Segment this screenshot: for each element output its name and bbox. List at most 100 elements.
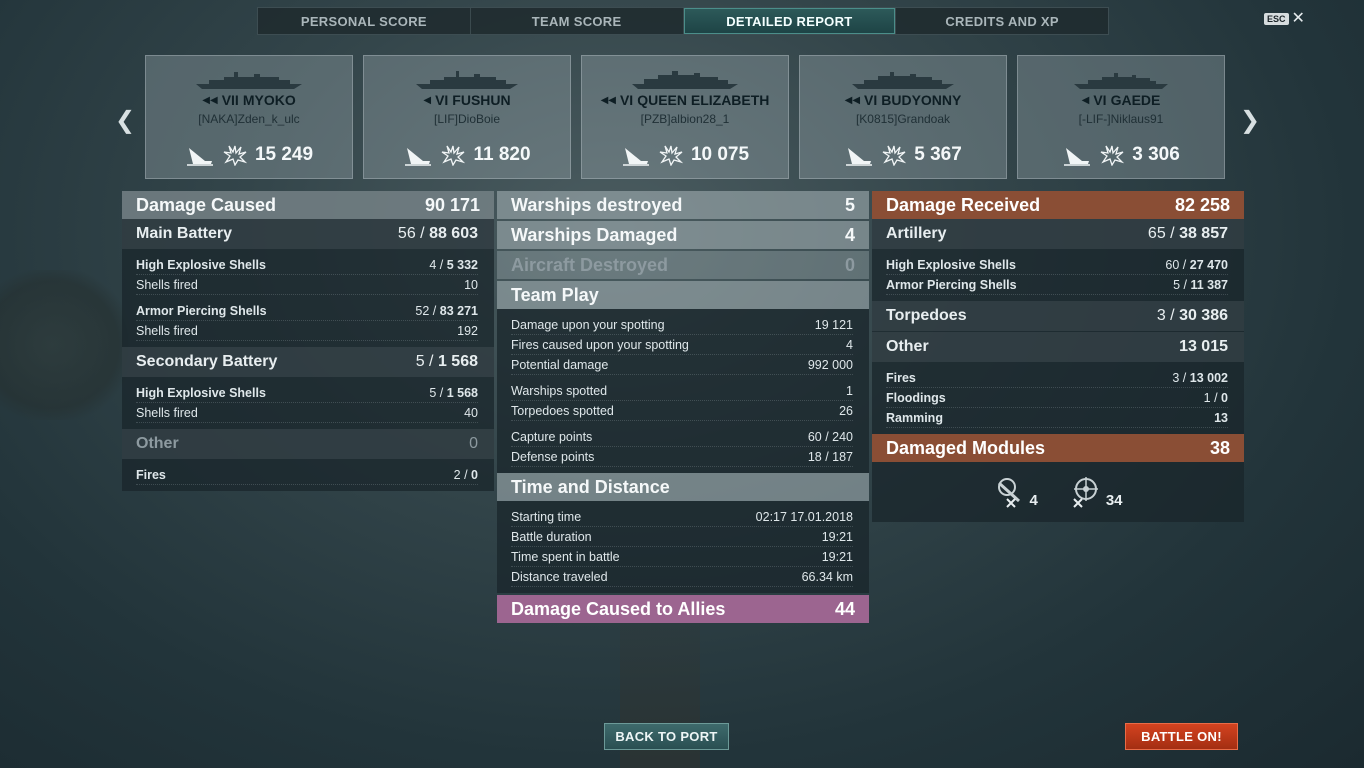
other-details: Fires 2 / 0 — [122, 459, 494, 491]
stat-row: Defense points 18 / 187 — [511, 447, 853, 467]
damaged-modules-header: Damaged Modules 38 — [872, 434, 1244, 462]
ship-card[interactable]: ◀◀ VI BUDYONNY [K0815]Grandoak 5 367 — [799, 55, 1007, 179]
sinking-ship-icon — [186, 148, 213, 166]
ship-class-icon: ◀ — [1081, 94, 1090, 106]
card-damage-value: 11 820 — [473, 144, 531, 165]
card-stats: 11 820 — [364, 144, 570, 166]
stat-row: Time spent in battle 19:21 — [511, 547, 853, 567]
ship-cards: ◀◀ VII MYOKO [NAKA]Zden_k_ulc 15 249 ◀ VI FU… — [145, 55, 1225, 179]
card-damage-value: 3 306 — [1132, 144, 1180, 165]
steering-module-icon — [1073, 477, 1098, 508]
ship-class-icon: ◀◀ — [600, 94, 616, 106]
stat-row: Shells fired 192 — [136, 321, 478, 341]
ship-class-icon: ◀ — [423, 94, 432, 106]
tab-personal-score[interactable]: PERSONAL SCORE — [258, 8, 471, 34]
stat-row: Warships spotted 1 — [511, 381, 853, 401]
stat-row: High Explosive Shells 60 / 27 470 — [886, 255, 1228, 275]
ship-title: FUSHUN — [452, 92, 511, 108]
stat-row: Torpedoes spotted 26 — [511, 401, 853, 421]
tab-team-score[interactable]: TEAM SCORE — [471, 8, 684, 34]
esc-key-badge: ESC — [1264, 13, 1289, 25]
module-steering: 34 — [1064, 475, 1123, 509]
ship-card[interactable]: ◀◀ VI QUEEN ELIZABETH [PZB]albion28_1 10 0… — [581, 55, 789, 179]
stat-row: Fires caused upon your spotting 4 — [511, 335, 853, 355]
sinking-ship-icon — [846, 148, 873, 166]
ship-name: ◀◀ VI BUDYONNY — [800, 92, 1006, 108]
battle-on-button[interactable]: BATTLE ON! — [1125, 723, 1238, 750]
damage-to-allies-header: Damage Caused to Allies 44 — [497, 595, 869, 623]
section-value: 56 / 88 603 — [397, 225, 478, 242]
carousel-prev-arrow-icon[interactable]: ❮ — [115, 106, 135, 135]
ship-title: QUEEN ELIZABETH — [637, 92, 770, 108]
section-value: 5 / 1 568 — [415, 353, 478, 370]
ship-class-icon: ◀◀ — [202, 94, 218, 106]
damage-explosion-icon — [659, 145, 683, 166]
other-received-details: Fires 3 / 13 002 Floodings 1 / 0 Ramming 13 — [872, 362, 1244, 434]
warships-damaged-header: Warships Damaged 4 — [497, 221, 869, 249]
header-value: 90 171 — [424, 194, 480, 215]
damage-caused-panel: Damage Caused 90 171 Main Battery 56 / 88 … — [122, 191, 494, 491]
stat-row: Fires 3 / 13 002 — [886, 368, 1228, 388]
card-damage-value: 10 075 — [690, 144, 750, 165]
ship-name: ◀◀ VII MYOKO — [146, 92, 352, 108]
secondary-details: High Explosive Shells 5 / 1 568 Shells fi… — [122, 377, 494, 429]
tab-detailed-report[interactable]: DETAILED REPORT — [683, 8, 897, 34]
module-steering-count: 34 — [1105, 492, 1123, 509]
tab-bar: PERSONAL SCORE TEAM SCORE DETAILED REPOR… — [257, 7, 1109, 35]
stat-row: Fires 2 / 0 — [136, 465, 478, 485]
stat-row: High Explosive Shells 4 / 5 332 — [136, 255, 478, 275]
artillery-row: Artillery 65 / 38 857 — [872, 219, 1244, 249]
ship-tier: VI — [1093, 92, 1107, 108]
ship-class-icon: ◀◀ — [844, 94, 861, 106]
ship-title: BUDYONNY — [881, 92, 962, 108]
header-label: Damage Caused — [136, 194, 277, 215]
module-guns-count: 4 — [1029, 492, 1038, 509]
damage-explosion-icon — [442, 145, 466, 166]
stat-row: Distance traveled 66.34 km — [511, 567, 853, 587]
section-label: Other — [136, 435, 179, 452]
ship-tier: VI — [619, 92, 634, 108]
main-battery-row: Main Battery 56 / 88 603 — [122, 219, 494, 249]
carousel-next-arrow-icon[interactable]: ❯ — [1240, 106, 1260, 135]
card-stats: 10 075 — [582, 144, 788, 166]
card-damage-value: 5 367 — [914, 144, 962, 165]
sinking-ship-icon — [622, 148, 649, 166]
section-label: Main Battery — [136, 225, 233, 242]
ship-title: MYOKO — [242, 92, 296, 108]
other-received-row: Other 13 015 — [872, 332, 1244, 362]
stat-row: Floodings 1 / 0 — [886, 388, 1228, 408]
ship-card[interactable]: ◀◀ VII MYOKO [NAKA]Zden_k_ulc 15 249 — [145, 55, 353, 179]
gun-module-icon — [998, 478, 1021, 508]
tab-credits-xp[interactable]: CREDITS AND XP — [896, 8, 1108, 34]
stat-row: Starting time 02:17 17.01.2018 — [511, 507, 853, 527]
aircraft-destroyed-header: Aircraft Destroyed 0 — [497, 251, 869, 279]
card-damage-value: 15 249 — [254, 144, 314, 165]
stat-row: Battle duration 19:21 — [511, 527, 853, 547]
stat-row: Capture points 60 / 240 — [511, 427, 853, 447]
main-battery-details: High Explosive Shells 4 / 5 332 Shells fi… — [122, 249, 494, 347]
close-button[interactable]: ESC ✕ — [1264, 10, 1305, 27]
back-to-port-button[interactable]: BACK TO PORT — [604, 723, 729, 750]
ship-card[interactable]: ◀ VI GAEDE [-LIF-]Niklaus91 3 306 — [1017, 55, 1225, 179]
ship-name: ◀◀ VI QUEEN ELIZABETH — [582, 92, 788, 108]
damage-caused-header: Damage Caused 90 171 — [122, 191, 494, 219]
damaged-modules: 4 34 — [872, 462, 1244, 522]
ship-tier: VII — [221, 92, 239, 108]
stat-row: Armor Piercing Shells 5 / 11 387 — [886, 275, 1228, 295]
player-name: [-LIF-]Niklaus91 — [1078, 112, 1164, 126]
sinking-ship-icon — [405, 148, 432, 166]
ship-silhouette-icon — [196, 72, 302, 89]
ship-tier: VI — [435, 92, 449, 108]
close-icon: ✕ — [1291, 10, 1305, 27]
other-damage-row: Other 0 — [122, 429, 494, 459]
ship-silhouette-icon — [632, 71, 738, 89]
stat-row: Potential damage 992 000 — [511, 355, 853, 375]
damage-received-header: Damage Received 82 258 — [872, 191, 1244, 219]
ship-name: ◀ VI FUSHUN — [364, 92, 570, 108]
ship-title: GAEDE — [1110, 92, 1161, 108]
artillery-details: High Explosive Shells 60 / 27 470 Armor P… — [872, 249, 1244, 301]
team-play-header: Team Play — [497, 281, 869, 309]
damage-received-panel: Damage Received 82 258 Artillery 65 / 38 8… — [872, 191, 1244, 522]
ship-card[interactable]: ◀ VI FUSHUN [LIF]DioBoie 11 820 — [363, 55, 571, 179]
damage-explosion-icon — [223, 145, 247, 166]
